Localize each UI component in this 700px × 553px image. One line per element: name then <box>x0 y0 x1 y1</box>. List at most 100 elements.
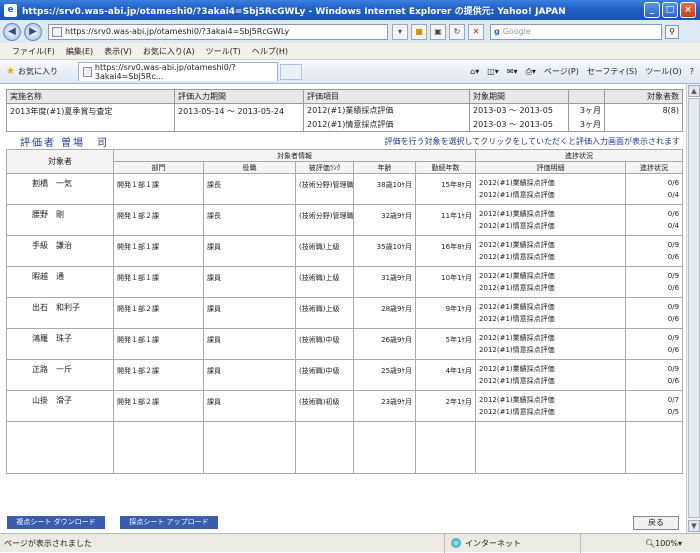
header-detail: 評価明細 <box>475 161 627 174</box>
table-row[interactable]: 暇越 通 開発１部１課 課員 (技術職)上級 31歳9ｹ月 10年1ｹ月 201… <box>6 266 684 298</box>
upload-sheet-button[interactable]: 採点シート アップロード <box>120 516 218 529</box>
search-icon[interactable]: ⚲ <box>665 24 679 39</box>
menu-tools[interactable]: ツール(T) <box>206 46 241 57</box>
menu-favorites[interactable]: お気に入り(A) <box>143 46 195 57</box>
item-attitude: 2012(#1)情意採点評価 <box>479 408 555 416</box>
table-row[interactable]: 出石 和利子 開発１部２課 課員 (技術職)上級 28歳9ｹ月 9年1ｹ月 20… <box>6 297 684 329</box>
favorites-button[interactable]: ★ お気に入り <box>6 66 58 77</box>
target-role: 課長 <box>203 173 296 205</box>
progress-attitude: 0/4 <box>667 191 680 199</box>
target-name[interactable]: 腰野 剛 <box>6 204 114 236</box>
address-field[interactable]: https://srv0.was-abi.jp/otameshi0/?3akai… <box>48 23 388 40</box>
target-name[interactable]: 暇越 通 <box>6 266 114 298</box>
target-years: 2年1ｹ月 <box>414 390 477 422</box>
target-role: 課員 <box>203 328 296 360</box>
star-icon: ★ <box>6 66 15 77</box>
scroll-down-icon[interactable]: ▼ <box>688 520 700 532</box>
target-name[interactable]: 手級 謙治 <box>6 235 114 267</box>
favorites-label: お気に入り <box>17 67 58 76</box>
target-years: 11年1ｹ月 <box>414 204 477 236</box>
info-item: 2012(#1)情意採点評価 <box>303 117 470 132</box>
mail-icon[interactable]: ✉▾ <box>507 67 518 76</box>
header-progress: 進捗状況 <box>475 149 684 162</box>
table-row[interactable]: 鴻羅 珠子 開発１部１課 課員 (技術職)中級 26歳9ｹ月 5年1ｹ月 201… <box>6 328 684 360</box>
security-zone: インターネット <box>444 533 580 553</box>
item-business: 2012(#1)業績採点評価 <box>479 396 555 404</box>
target-age: 32歳9ｹ月 <box>353 204 416 236</box>
menu-file[interactable]: ファイル(F) <box>12 46 55 57</box>
item-attitude: 2012(#1)情意採点評価 <box>479 222 555 230</box>
target-name[interactable]: 出石 和利子 <box>6 297 114 329</box>
info-target-period: 2013-03 ～ 2013-05 <box>469 103 569 118</box>
progress-business: 0/9 <box>667 303 680 311</box>
tab-current[interactable]: https://srv0.was-abi.jp/otameshi0/?3akai… <box>77 62 278 81</box>
stop-icon[interactable]: ✕ <box>468 23 484 40</box>
minimize-button[interactable]: _ <box>644 2 660 18</box>
item-business: 2012(#1)業績採点評価 <box>479 303 555 311</box>
target-name[interactable]: 鴻羅 珠子 <box>6 328 114 360</box>
target-name[interactable]: 割橋 一気 <box>6 173 114 205</box>
table-row[interactable]: 正路 一斤 開発１部２課 課員 (技術職)中級 25歳9ｹ月 4年1ｹ月 201… <box>6 359 684 391</box>
evaluator-name: 評価者 曽場 司 <box>20 137 110 149</box>
target-role: 課員 <box>203 297 296 329</box>
target-rank: (技術職)中級 <box>295 359 354 391</box>
forward-icon[interactable]: ▶ <box>24 22 42 41</box>
vertical-scrollbar[interactable]: ▲ ▼ <box>686 84 700 533</box>
table-row[interactable]: 腰野 剛 開発１部２課 課長 (技術分野)管理職 32歳9ｹ月 11年1ｹ月 2… <box>6 204 684 236</box>
info-header-target-period: 対象期間 <box>469 89 569 104</box>
target-name[interactable]: 山掛 滑子 <box>6 390 114 422</box>
google-icon: g <box>494 27 500 36</box>
menu-view[interactable]: 表示(V) <box>104 46 132 57</box>
table-row[interactable]: 山掛 滑子 開発１部２課 課員 (技術職)初級 23歳9ｹ月 2年1ｹ月 201… <box>6 390 684 422</box>
scroll-thumb[interactable] <box>688 98 700 518</box>
download-sheet-button[interactable]: 複点シート ダウンロード <box>7 516 105 529</box>
back-button[interactable]: 戻る <box>633 516 679 530</box>
status-message: ページが表示されました <box>4 538 92 548</box>
new-tab-button[interactable] <box>279 63 302 80</box>
progress-business: 0/6 <box>667 210 680 218</box>
item-attitude: 2012(#1)情意採点評価 <box>479 315 555 323</box>
target-name[interactable]: 正路 一斤 <box>6 359 114 391</box>
header-target: 対象者 <box>6 149 114 174</box>
close-window-button[interactable]: × <box>680 2 696 18</box>
menu-edit[interactable]: 編集(E) <box>66 46 93 57</box>
target-rank: (技術職)上級 <box>295 266 354 298</box>
target-items: 2012(#1)業績採点評価 2012(#1)情意採点評価 <box>475 173 627 205</box>
safety-menu[interactable]: セーフティ(S) <box>587 66 637 77</box>
item-business: 2012(#1)業績採点評価 <box>479 365 555 373</box>
lock-icon[interactable]: ■ <box>411 23 427 40</box>
target-years: 4年1ｹ月 <box>414 359 477 391</box>
header-rank: 被評価ﾗﾝｸ <box>295 161 354 174</box>
compat-icon[interactable]: ▣ <box>430 23 446 40</box>
tools-menu[interactable]: ツール(O) <box>645 66 682 77</box>
maximize-button[interactable]: □ <box>662 2 678 18</box>
print-icon[interactable]: ⎙▾ <box>526 67 536 77</box>
target-rank: (技術職)初級 <box>295 390 354 422</box>
table-row[interactable]: 割橋 一気 開発１部１課 課長 (技術分野)管理職 38歳10ｹ月 15年8ｹ月… <box>6 173 684 205</box>
item-business: 2012(#1)業績採点評価 <box>479 179 555 187</box>
progress-business: 0/6 <box>667 179 680 187</box>
menu-help[interactable]: ヘルプ(H) <box>252 46 288 57</box>
feeds-icon[interactable]: ◫▾ <box>487 67 499 76</box>
back-icon[interactable]: ◀ <box>3 22 21 41</box>
table-filler-row <box>6 421 684 474</box>
target-years: 9年1ｹ月 <box>414 297 477 329</box>
menu-bar: ファイル(F) 編集(E) 表示(V) お気に入り(A) ツール(T) ヘルプ(… <box>0 43 700 60</box>
scroll-up-icon[interactable]: ▲ <box>688 85 700 97</box>
help-icon[interactable]: ? <box>690 67 694 76</box>
refresh-icon[interactable]: ↻ <box>449 23 465 40</box>
status-bar: ページが表示されました インターネット 🔍︎ 100% ▾ <box>0 533 700 553</box>
target-age: 35歳10ｹ月 <box>353 235 416 267</box>
target-progress: 0/9 0/6 <box>625 235 684 267</box>
header-status: 進捗状況 <box>625 161 684 174</box>
zoom-control[interactable]: 🔍︎ 100% ▾ <box>645 539 682 548</box>
table-row[interactable]: 手級 謙治 開発１部１課 課員 (技術職)上級 35歳10ｹ月 16年8ｹ月 2… <box>6 235 684 267</box>
page-menu[interactable]: ページ(P) <box>544 66 579 77</box>
target-items: 2012(#1)業績採点評価 2012(#1)情意採点評価 <box>475 328 627 360</box>
info-name: 2013年度(#1)夏季賞与査定 <box>6 103 175 132</box>
dropdown-icon[interactable]: ▾ <box>392 23 408 40</box>
home-icon[interactable]: ⌂▾ <box>470 67 479 76</box>
search-input[interactable]: g Google <box>490 23 662 40</box>
address-url: https://srv0.was-abi.jp/otameshi0/?3akai… <box>65 27 290 36</box>
globe-icon <box>451 538 461 548</box>
